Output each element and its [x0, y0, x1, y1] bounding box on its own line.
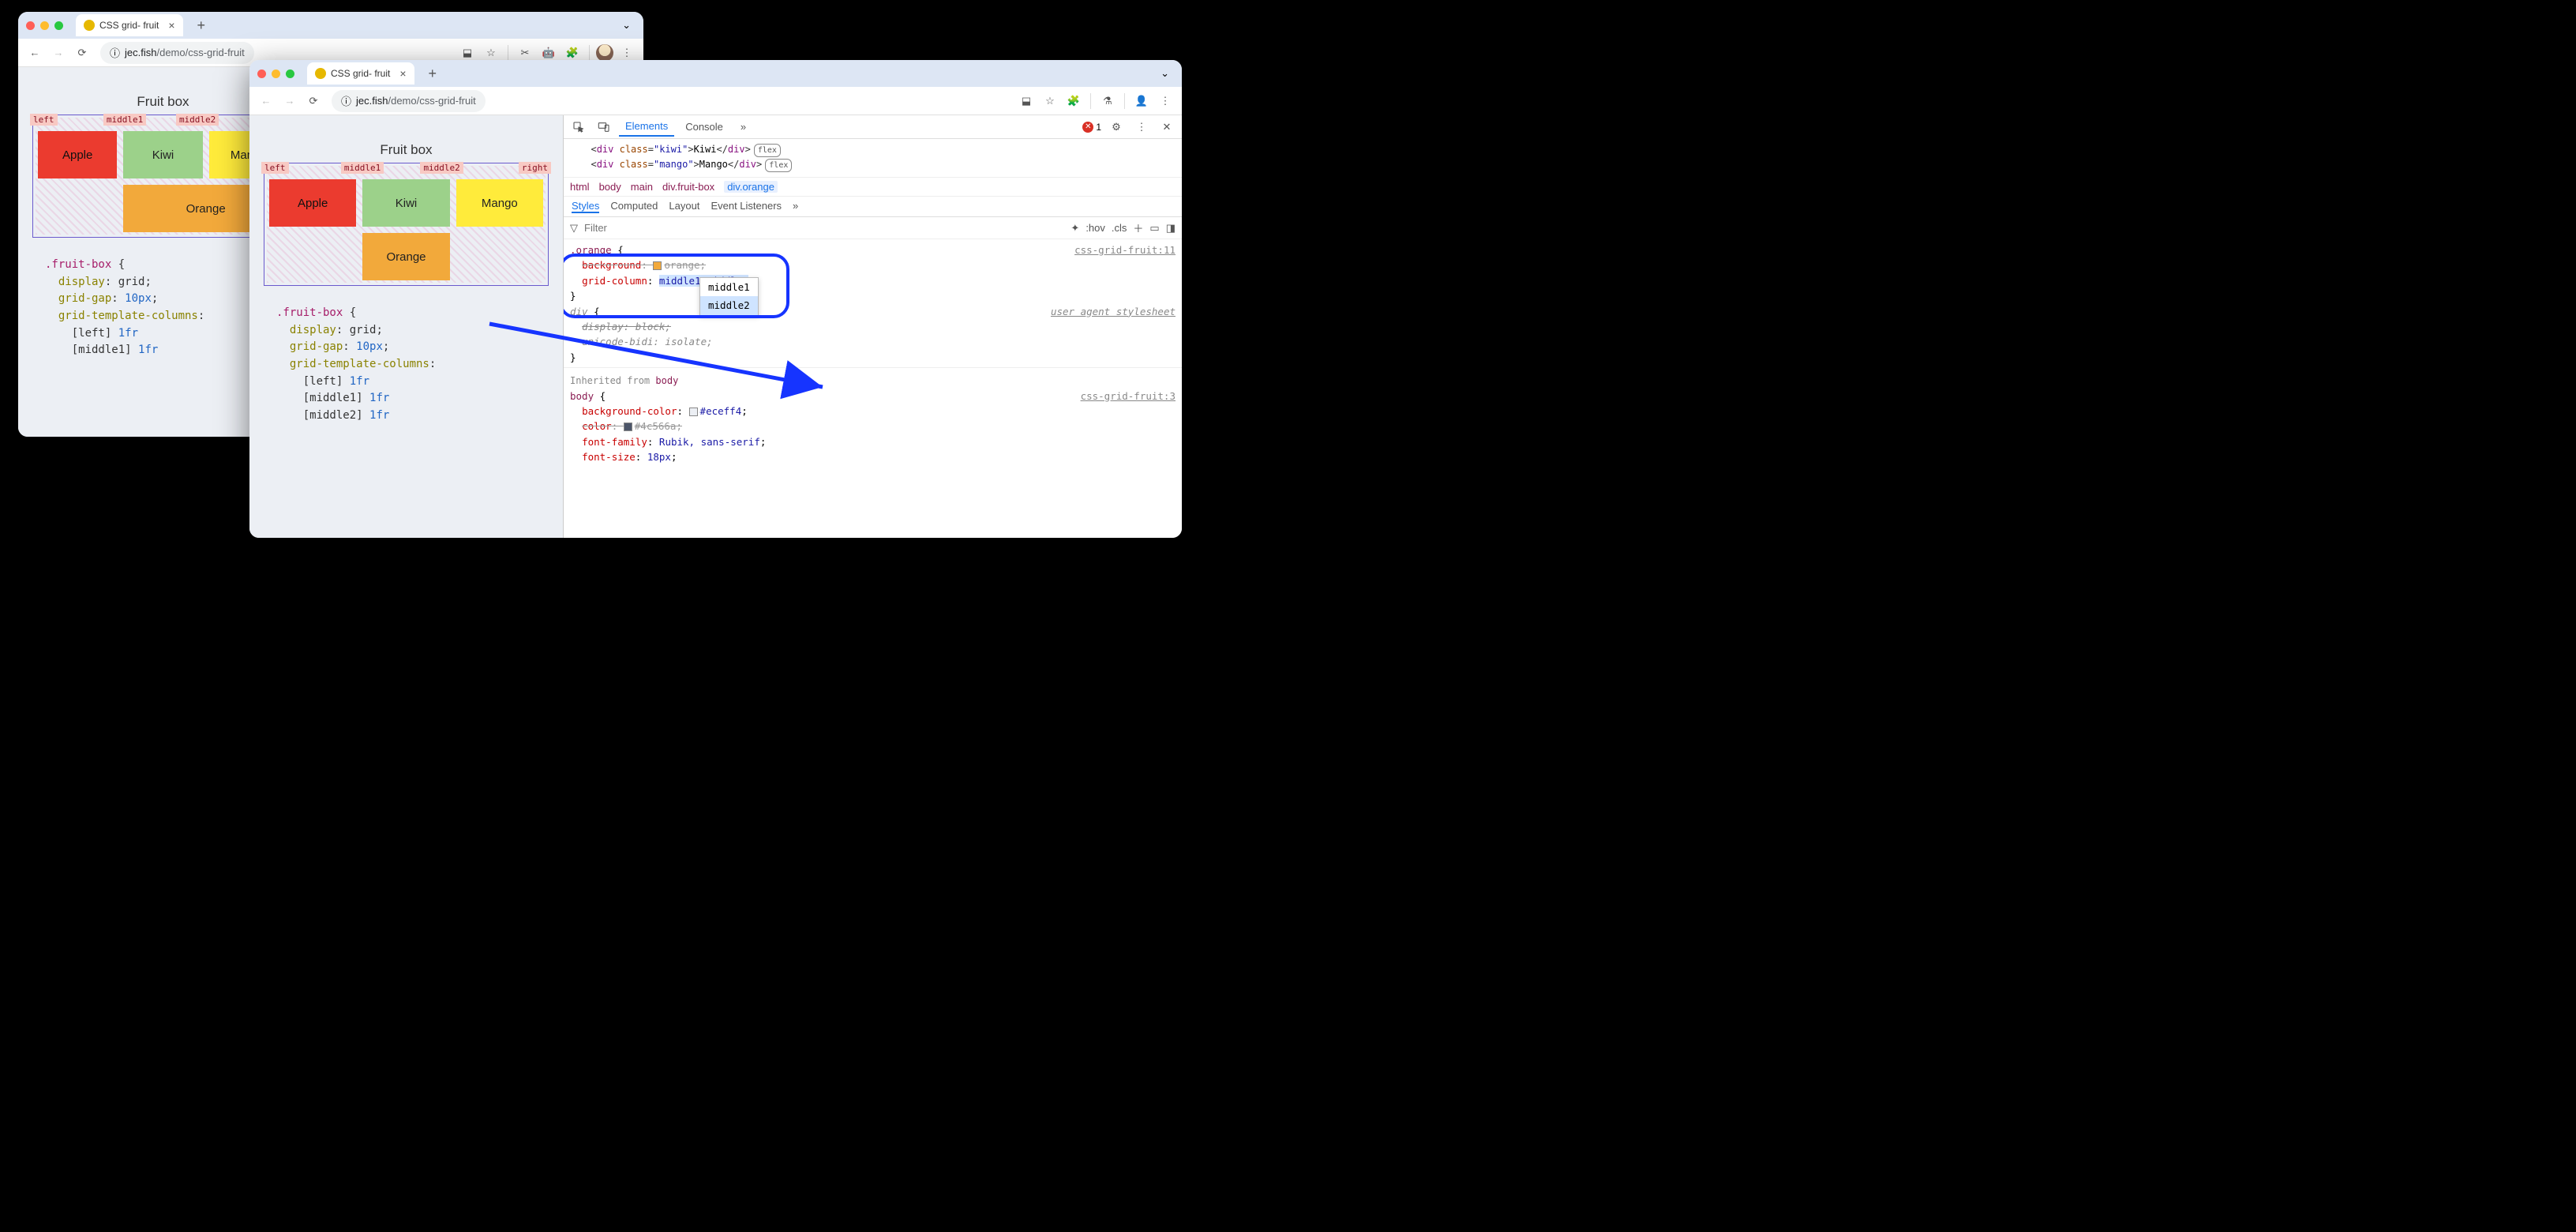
- tab-title: CSS grid- fruit: [99, 20, 159, 31]
- grid-line-label: middle2: [420, 162, 463, 174]
- tab-title: CSS grid- fruit: [331, 68, 390, 79]
- forward-button: →: [48, 43, 69, 63]
- grid-line-label: middle1: [103, 114, 146, 126]
- hov-toggle[interactable]: :hov: [1086, 222, 1105, 234]
- styles-filter-input[interactable]: [584, 222, 1064, 234]
- minimize-window-icon[interactable]: [40, 21, 49, 30]
- css-code-snippet: .fruit-box { display: grid; grid-gap: 10…: [45, 257, 281, 359]
- url-host: jec.fish: [125, 47, 156, 58]
- inspect-element-icon[interactable]: [568, 117, 589, 137]
- devtools-panel: Elements Console » ✕1 ⚙ ⋮ ✕ <div class="…: [563, 115, 1182, 538]
- close-window-icon[interactable]: [26, 21, 35, 30]
- tab-more[interactable]: »: [734, 118, 752, 136]
- address-bar[interactable]: ⓘ jec.fish/demo/css-grid-fruit: [100, 42, 254, 64]
- tab-console[interactable]: Console: [679, 118, 729, 136]
- titlebar: CSS grid- fruit × + ⌄: [18, 12, 643, 39]
- url-host: jec.fish: [356, 95, 388, 107]
- grid-cell-apple: Apple: [38, 131, 117, 178]
- browser-tab[interactable]: CSS grid- fruit ×: [76, 14, 183, 36]
- new-tab-button[interactable]: +: [429, 66, 437, 82]
- fruit-grid: Apple Kiwi Mango Orange: [269, 179, 543, 280]
- forward-button: →: [279, 91, 300, 111]
- grid-line-label: left: [30, 114, 58, 126]
- ai-icon[interactable]: ✦: [1071, 222, 1079, 235]
- devtools-top-tabs: Elements Console » ✕1 ⚙ ⋮ ✕: [564, 115, 1182, 139]
- new-tab-button[interactable]: +: [197, 17, 206, 34]
- browser-tab[interactable]: CSS grid- fruit ×: [307, 62, 414, 85]
- autocomplete-popup[interactable]: middle1 middle2: [699, 277, 759, 316]
- titlebar: CSS grid- fruit × + ⌄: [249, 60, 1182, 87]
- styles-pane[interactable]: .orange { css-grid-fruit:11 background: …: [564, 239, 1182, 468]
- traffic-lights[interactable]: [26, 21, 63, 30]
- grid-overlay: left middle1 middle2 right Apple Kiwi Ma…: [264, 163, 549, 286]
- site-info-icon[interactable]: ⓘ: [341, 93, 351, 108]
- device-mode-icon[interactable]: ▭: [1149, 222, 1159, 235]
- settings-gear-icon[interactable]: ⚙: [1106, 117, 1127, 137]
- grid-line-label: middle1: [341, 162, 384, 174]
- tab-list-dropdown[interactable]: ⌄: [1156, 66, 1174, 81]
- page-viewport: Fruit box left middle1 middle2 right App…: [249, 115, 563, 538]
- maximize-window-icon[interactable]: [54, 21, 63, 30]
- url-path: /demo/css-grid-fruit: [388, 95, 475, 107]
- back-button: ←: [256, 91, 276, 111]
- grid-cell-apple: Apple: [269, 179, 356, 227]
- dom-tree[interactable]: <div class="kiwi">Kiwi</div>flex <div cl…: [564, 139, 1182, 177]
- tab-close-icon[interactable]: ×: [399, 67, 406, 80]
- grid-cell-mango: Mango: [456, 179, 543, 227]
- subtab-layout[interactable]: Layout: [669, 200, 699, 213]
- devtools-menu-icon[interactable]: ⋮: [1131, 117, 1152, 137]
- subtab-more[interactable]: »: [793, 200, 798, 213]
- grid-cell-orange: Orange: [362, 233, 449, 280]
- tab-list-dropdown[interactable]: ⌄: [617, 17, 636, 33]
- device-toolbar-icon[interactable]: [594, 117, 614, 137]
- page-title: Fruit box: [249, 142, 563, 158]
- devtools-close-icon[interactable]: ✕: [1157, 117, 1177, 137]
- browser-toolbar: ← → ⟳ ⓘ jec.fish/demo/css-grid-fruit ⬓ ☆…: [249, 87, 1182, 115]
- grid-cell-kiwi: Kiwi: [362, 179, 449, 227]
- profile-avatar[interactable]: [596, 44, 613, 62]
- styles-subtabs[interactable]: Styles Computed Layout Event Listeners »: [564, 197, 1182, 217]
- grid-line-label: left: [261, 162, 289, 174]
- cls-toggle[interactable]: .cls: [1112, 222, 1127, 234]
- grid-line-label: middle2: [176, 114, 219, 126]
- reload-button[interactable]: ⟳: [72, 43, 92, 63]
- tab-close-icon[interactable]: ×: [168, 19, 174, 32]
- subtab-computed[interactable]: Computed: [610, 200, 658, 213]
- styles-filter-row: ▽ ✦ :hov .cls ＋ ▭ ◨: [564, 217, 1182, 239]
- chrome-menu-icon[interactable]: ⋮: [1155, 91, 1176, 111]
- error-count[interactable]: ✕1: [1082, 122, 1101, 133]
- browser-window-after: CSS grid- fruit × + ⌄ ← → ⟳ ⓘ jec.fish/d…: [249, 60, 1182, 538]
- minimize-window-icon[interactable]: [272, 69, 280, 78]
- grid-cell-kiwi: Kiwi: [123, 131, 202, 178]
- subtab-events[interactable]: Event Listeners: [711, 200, 782, 213]
- new-rule-icon[interactable]: ＋: [1133, 220, 1143, 235]
- url-path: /demo/css-grid-fruit: [156, 47, 244, 58]
- autocomplete-item[interactable]: middle2: [700, 296, 758, 314]
- reload-button[interactable]: ⟳: [303, 91, 324, 111]
- extensions-icon[interactable]: 🧩: [1063, 91, 1084, 111]
- filter-icon: ▽: [570, 222, 578, 235]
- autocomplete-item[interactable]: middle1: [700, 278, 758, 296]
- back-button[interactable]: ←: [24, 43, 45, 63]
- css-code-snippet: .fruit-box { display: grid; grid-gap: 10…: [276, 305, 536, 425]
- favicon-icon: [315, 68, 326, 79]
- subtab-styles[interactable]: Styles: [572, 200, 599, 213]
- install-app-icon[interactable]: ⬓: [1016, 91, 1037, 111]
- close-window-icon[interactable]: [257, 69, 266, 78]
- address-bar[interactable]: ⓘ jec.fish/demo/css-grid-fruit: [332, 90, 486, 112]
- site-info-icon[interactable]: ⓘ: [110, 45, 120, 60]
- profile-avatar[interactable]: 👤: [1131, 91, 1152, 111]
- favicon-icon: [84, 20, 95, 31]
- maximize-window-icon[interactable]: [286, 69, 294, 78]
- sidebar-toggle-icon[interactable]: ◨: [1166, 222, 1176, 235]
- labs-icon[interactable]: ⚗: [1097, 91, 1118, 111]
- tab-elements[interactable]: Elements: [619, 117, 674, 137]
- bookmark-icon[interactable]: ☆: [1040, 91, 1060, 111]
- traffic-lights[interactable]: [257, 69, 294, 78]
- grid-line-label: right: [519, 162, 551, 174]
- breadcrumb[interactable]: htmlbodymaindiv.fruit-boxdiv.orange: [564, 177, 1182, 197]
